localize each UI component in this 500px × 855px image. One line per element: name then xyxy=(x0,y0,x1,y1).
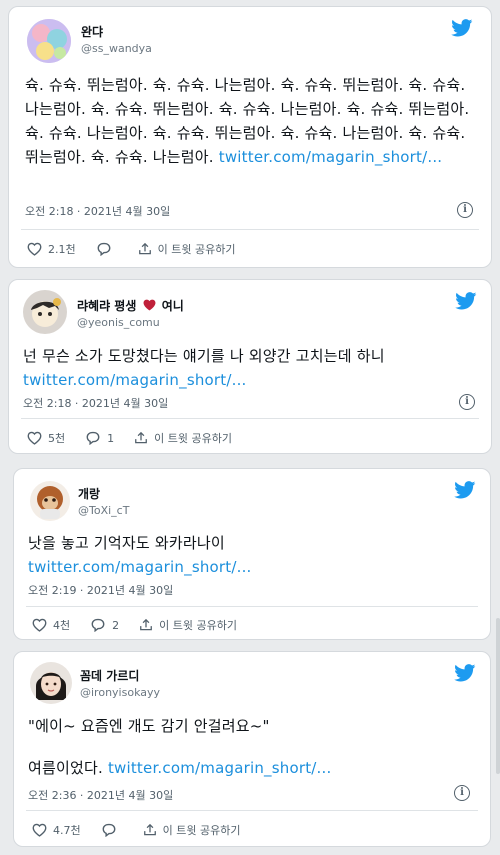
user-handle[interactable]: @ironyisokayy xyxy=(80,686,160,699)
tweet-actions: 5천 1 이 트윗 공유하기 xyxy=(27,429,479,447)
reply-count: 1 xyxy=(107,431,115,445)
share-label: 이 트윗 공유하기 xyxy=(157,243,236,256)
share-button[interactable]: 이 트윗 공유하기 xyxy=(138,241,236,257)
tweet-actions: 4천 2 이 트윗 공유하기 xyxy=(32,616,478,634)
twitter-bird-icon[interactable] xyxy=(454,481,476,499)
avatar[interactable] xyxy=(30,481,70,521)
divider xyxy=(26,810,478,811)
tweet-link[interactable]: twitter.com/magarin_short/... xyxy=(219,148,443,166)
share-icon xyxy=(138,242,151,255)
tweet-text-content: 낫을 놓고 기억자도 와카라나이 xyxy=(28,534,225,552)
display-name-suffix: 여니 xyxy=(161,299,184,313)
info-icon[interactable]: i xyxy=(457,202,473,218)
tweet-text-content: 넌 무슨 소가 도망쳤다는 얘기를 나 외양간 고치는데 하니 xyxy=(23,347,385,365)
like-button[interactable]: 5천 xyxy=(27,430,65,446)
heart-icon xyxy=(27,242,42,256)
display-name[interactable]: 완댜 xyxy=(81,23,103,40)
reply-icon xyxy=(91,618,105,632)
reply-count: 2 xyxy=(112,618,120,632)
share-button[interactable]: 이 트윗 공유하기 xyxy=(134,430,232,446)
avatar-image xyxy=(30,662,72,704)
heart-icon xyxy=(27,431,42,445)
share-icon xyxy=(140,618,153,631)
share-button[interactable]: 이 트윗 공유하기 xyxy=(139,617,237,633)
tweet-card[interactable]: 완댜 @ss_wandya 슉. 슈슉. 뛰는럼아. 슉. 슈슉. 나는럼아. … xyxy=(8,6,492,268)
scrollbar[interactable] xyxy=(496,618,500,774)
tweet-text-content: 여름이었다. xyxy=(28,759,103,777)
heart-icon xyxy=(32,618,47,632)
tweet-actions: 4.7천 이 트윗 공유하기 xyxy=(32,821,478,839)
like-count: 4천 xyxy=(53,619,71,632)
reply-button[interactable]: 2 xyxy=(90,618,119,632)
display-name[interactable]: 꼼데 가르디 xyxy=(80,667,139,684)
tweet-actions: 2.1천 이 트윗 공유하기 xyxy=(27,240,479,258)
display-name[interactable]: 랴혜랴 평생 여니 xyxy=(77,297,184,314)
tweet-card[interactable]: 개랑 @ToXi_cT 낫을 놓고 기억자도 와카라나이 twitter.com… xyxy=(13,468,491,640)
tweet-timestamp[interactable]: 오전 2:36 · 2021년 4월 30일 xyxy=(28,787,173,803)
avatar-image xyxy=(27,19,71,63)
display-name[interactable]: 개랑 xyxy=(78,485,100,502)
heart-emoji-icon xyxy=(143,299,156,311)
info-icon[interactable]: i xyxy=(459,394,475,410)
reply-icon xyxy=(102,823,116,837)
share-icon xyxy=(135,431,148,444)
like-count: 4.7천 xyxy=(53,824,81,837)
twitter-bird-icon[interactable] xyxy=(455,292,477,310)
avatar[interactable] xyxy=(27,19,71,63)
display-name-text: 랴혜랴 평생 xyxy=(77,299,137,313)
heart-icon xyxy=(32,823,47,837)
tweet-card[interactable]: 랴혜랴 평생 여니 @yeonis_comu 넌 무슨 소가 도망쳤다는 얘기를… xyxy=(8,279,492,454)
share-icon xyxy=(143,823,156,836)
tweet-link[interactable]: twitter.com/magarin_short/... xyxy=(28,558,252,576)
share-label: 이 트윗 공유하기 xyxy=(154,432,232,445)
like-button[interactable]: 4.7천 xyxy=(32,822,81,838)
share-label: 이 트윗 공유하기 xyxy=(162,824,241,837)
reply-button[interactable] xyxy=(96,242,118,256)
tweet-text: 넌 무슨 소가 도망쳤다는 얘기를 나 외양간 고치는데 하니 twitter.… xyxy=(23,344,483,392)
reply-button[interactable] xyxy=(101,823,123,837)
tweet-timestamp[interactable]: 오전 2:18 · 2021년 4월 30일 xyxy=(25,203,170,219)
user-handle[interactable]: @ToXi_cT xyxy=(78,504,129,517)
tweet-text: 슉. 슈슉. 뛰는럼아. 슉. 슈슉. 나는럼아. 슉. 슈슉. 뛰는럼아. 슉… xyxy=(25,73,481,169)
like-count: 5천 xyxy=(48,432,66,445)
tweet-link[interactable]: twitter.com/magarin_short/... xyxy=(108,759,332,777)
avatar[interactable] xyxy=(23,290,67,334)
divider xyxy=(21,418,479,419)
twitter-bird-icon[interactable] xyxy=(451,19,473,37)
tweet-text: 낫을 놓고 기억자도 와카라나이 twitter.com/magarin_sho… xyxy=(28,531,478,579)
like-button[interactable]: 4천 xyxy=(32,617,70,633)
divider xyxy=(21,229,479,230)
tweet-quote: "에이~ 요즘엔 개도 감기 안걸려요~" xyxy=(28,717,270,735)
like-button[interactable]: 2.1천 xyxy=(27,241,76,257)
tweet-text: 여름이었다. twitter.com/magarin_short/... xyxy=(28,756,478,780)
user-handle[interactable]: @yeonis_comu xyxy=(77,316,160,329)
info-icon[interactable]: i xyxy=(454,785,470,801)
share-label: 이 트윗 공유하기 xyxy=(159,619,237,632)
avatar-image xyxy=(30,481,70,521)
divider xyxy=(26,606,478,607)
like-count: 2.1천 xyxy=(48,243,76,256)
tweet-card[interactable]: 꼼데 가르디 @ironyisokayy "에이~ 요즘엔 개도 감기 안걸려요… xyxy=(13,651,491,847)
tweet-timestamp[interactable]: 오전 2:19 · 2021년 4월 30일 xyxy=(28,582,173,598)
reply-icon xyxy=(97,242,111,256)
avatar-image xyxy=(23,290,67,334)
user-handle[interactable]: @ss_wandya xyxy=(81,42,152,55)
twitter-bird-icon[interactable] xyxy=(454,664,476,682)
reply-icon xyxy=(86,431,100,445)
reply-button[interactable]: 1 xyxy=(85,431,114,445)
tweet-link[interactable]: twitter.com/magarin_short/... xyxy=(23,371,247,389)
tweet-timestamp[interactable]: 오전 2:18 · 2021년 4월 30일 xyxy=(23,395,168,411)
avatar[interactable] xyxy=(30,662,72,704)
share-button[interactable]: 이 트윗 공유하기 xyxy=(143,822,241,838)
